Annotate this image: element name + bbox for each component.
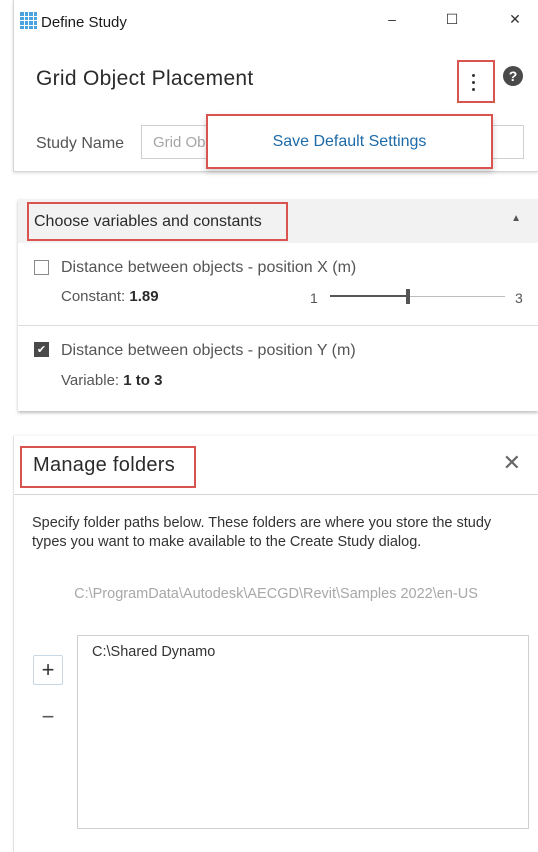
position-x-label: Distance between objects - position X (m… <box>61 259 357 276</box>
constant-value: 1.89 <box>129 288 159 305</box>
variables-title-highlight <box>27 202 288 241</box>
slider-max-label: 3 <box>515 290 523 306</box>
position-x-slider[interactable] <box>330 289 505 304</box>
help-icon[interactable]: ? <box>503 66 523 86</box>
folder-list-item[interactable]: C:\Shared Dynamo <box>92 644 215 660</box>
caret-up-icon[interactable]: ▲ <box>511 213 521 224</box>
variable-prefix: Variable: <box>61 372 124 389</box>
close-icon[interactable]: ✕ <box>503 450 521 476</box>
slider-fill <box>330 295 408 297</box>
kebab-highlight <box>457 60 495 103</box>
variable-divider <box>18 325 538 326</box>
manage-folders-title-highlight <box>20 446 196 488</box>
manage-folders-panel: Manage folders ✕ Specify folder paths be… <box>13 436 538 852</box>
position-y-checkbox[interactable]: ✔ <box>34 342 49 357</box>
position-x-constant: Constant: 1.89 <box>61 288 159 305</box>
constant-prefix: Constant: <box>61 288 130 305</box>
minus-icon[interactable]: − <box>33 702 63 732</box>
app-grid-icon <box>20 12 37 29</box>
position-x-checkbox[interactable] <box>34 260 49 275</box>
slider-thumb[interactable] <box>406 289 410 304</box>
title-bar: Define Study – ☐ ✕ <box>14 0 538 36</box>
save-default-settings-menu-item[interactable]: Save Default Settings <box>206 114 493 169</box>
position-y-label: Distance between objects - position Y (m… <box>61 342 356 359</box>
default-folder-path: C:\ProgramData\Autodesk\AECGD\Revit\Samp… <box>74 586 478 602</box>
variable-range: 1 to 3 <box>123 372 163 389</box>
slider-min-label: 1 <box>310 290 318 306</box>
checkmark-icon: ✔ <box>36 344 47 356</box>
position-y-variable: Variable: 1 to 3 <box>61 372 162 389</box>
plus-icon[interactable]: + <box>33 655 63 685</box>
folders-description: Specify folder paths below. These folder… <box>32 515 492 550</box>
minimize-button[interactable]: – <box>379 8 405 30</box>
window-title: Define Study <box>41 14 127 31</box>
study-heading: Grid Object Placement <box>36 67 254 90</box>
maximize-button[interactable]: ☐ <box>439 8 465 30</box>
header-divider <box>14 494 538 495</box>
study-name-label: Study Name <box>36 135 125 152</box>
close-window-button[interactable]: ✕ <box>502 8 528 30</box>
folder-list[interactable]: C:\Shared Dynamo <box>77 635 529 829</box>
